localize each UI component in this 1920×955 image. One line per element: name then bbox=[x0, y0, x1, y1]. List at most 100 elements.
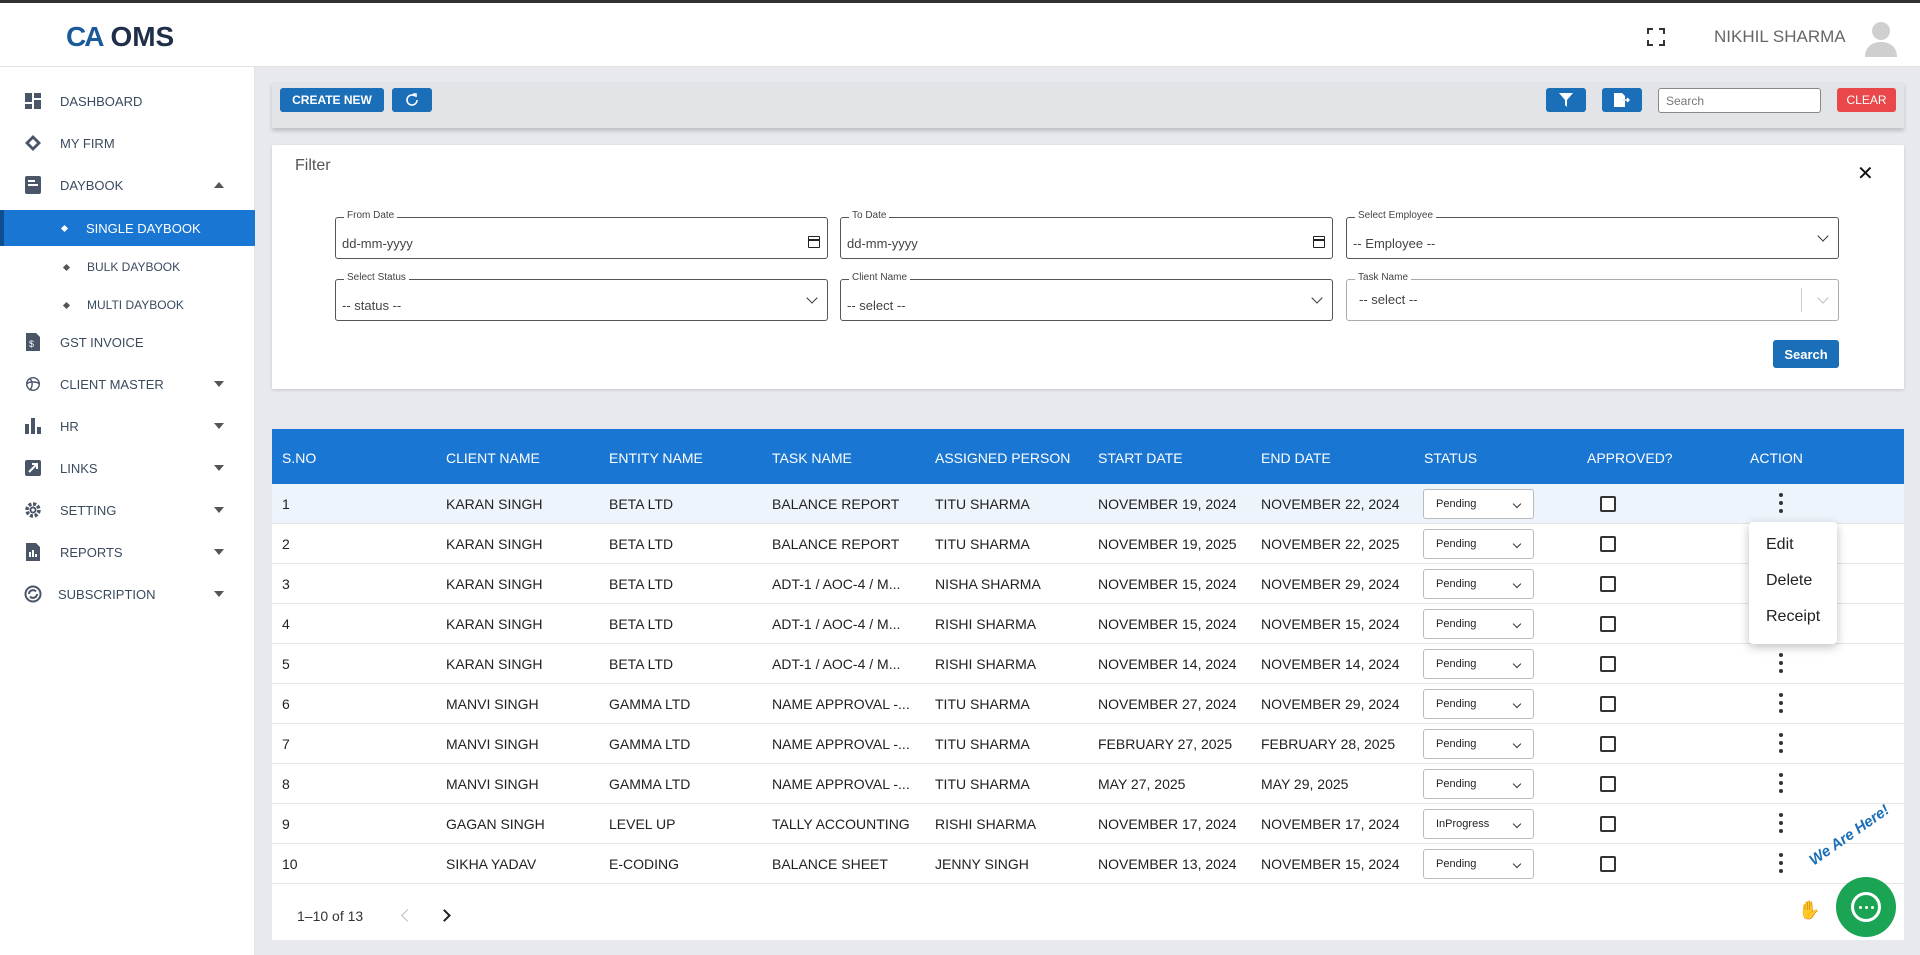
avatar-icon[interactable] bbox=[1864, 19, 1898, 57]
table-cell: BETA LTD bbox=[609, 496, 674, 512]
menu-item-receipt[interactable]: Receipt bbox=[1766, 608, 1820, 626]
sidebar-item-label: CLIENT MASTER bbox=[60, 376, 164, 392]
approved-checkbox[interactable] bbox=[1600, 496, 1616, 512]
sidebar-item-links[interactable]: LINKS bbox=[0, 449, 255, 487]
task-name-select[interactable]: Task Name -- select -- bbox=[1346, 272, 1839, 321]
sidebar-subitem-single-daybook[interactable]: SINGLE DAYBOOK bbox=[0, 210, 255, 246]
table-cell: 9 bbox=[282, 816, 290, 832]
status-select[interactable]: Pending bbox=[1423, 689, 1534, 719]
more-actions-icon[interactable] bbox=[1779, 853, 1783, 873]
sidebar-item-my-firm[interactable]: MY FIRM bbox=[0, 124, 255, 162]
column-header: ASSIGNED PERSON bbox=[935, 450, 1071, 466]
sidebar-item-daybook[interactable]: DAYBOOK bbox=[0, 166, 255, 204]
table-cell: NOVEMBER 17, 2024 bbox=[1098, 816, 1237, 832]
approved-checkbox[interactable] bbox=[1600, 696, 1616, 712]
dashboard-icon bbox=[24, 92, 42, 110]
table-cell: NOVEMBER 22, 2025 bbox=[1261, 536, 1400, 552]
filter-title: Filter bbox=[295, 157, 331, 174]
from-date-field[interactable]: From Date dd-mm-yyyy bbox=[335, 210, 828, 259]
more-actions-icon[interactable] bbox=[1779, 733, 1783, 753]
approved-checkbox[interactable] bbox=[1600, 656, 1616, 672]
client-name-select[interactable]: Client Name -- select -- bbox=[840, 272, 1333, 321]
sidebar-item-gst-invoice[interactable]: $ GST INVOICE bbox=[0, 323, 255, 361]
approved-checkbox[interactable] bbox=[1600, 616, 1616, 632]
table-cell: FEBRUARY 28, 2025 bbox=[1261, 736, 1396, 752]
sidebar-subitem-label: SINGLE DAYBOOK bbox=[86, 220, 201, 236]
status-value: Pending bbox=[1436, 538, 1477, 550]
approved-checkbox[interactable] bbox=[1600, 736, 1616, 752]
create-new-button[interactable]: CREATE NEW bbox=[280, 88, 384, 112]
next-page-icon[interactable] bbox=[438, 909, 451, 922]
table-cell: 7 bbox=[282, 736, 290, 752]
table-cell: TALLY ACCOUNTING bbox=[772, 816, 910, 832]
calendar-icon[interactable] bbox=[808, 236, 820, 248]
status-select[interactable]: Select Status -- status -- bbox=[335, 272, 828, 321]
invoice-icon: $ bbox=[24, 333, 42, 351]
search-input[interactable] bbox=[1658, 88, 1821, 113]
table-cell: NAME APPROVAL -... bbox=[772, 776, 910, 792]
sidebar-item-client-master[interactable]: CLIENT MASTER bbox=[0, 365, 255, 403]
waving-hand-icon: ✋ bbox=[1798, 900, 1821, 920]
approved-checkbox[interactable] bbox=[1600, 576, 1616, 592]
filter-button[interactable] bbox=[1546, 88, 1586, 112]
sidebar-item-label: SUBSCRIPTION bbox=[58, 586, 156, 602]
status-select[interactable]: InProgress bbox=[1423, 809, 1534, 839]
more-actions-icon[interactable] bbox=[1779, 653, 1783, 673]
fullscreen-icon[interactable] bbox=[1647, 28, 1665, 46]
more-actions-icon[interactable] bbox=[1779, 813, 1783, 833]
prev-page-icon[interactable] bbox=[401, 909, 414, 922]
close-icon[interactable]: ✕ bbox=[1857, 161, 1874, 186]
menu-item-delete[interactable]: Delete bbox=[1766, 572, 1812, 590]
chevron-down-icon bbox=[1512, 699, 1522, 709]
approved-checkbox[interactable] bbox=[1600, 856, 1616, 872]
client-icon bbox=[24, 375, 42, 393]
user-name[interactable]: NIKHIL SHARMA bbox=[1714, 27, 1846, 47]
refresh-button[interactable] bbox=[392, 88, 432, 112]
status-select[interactable]: Pending bbox=[1423, 529, 1534, 559]
status-select[interactable]: Pending bbox=[1423, 569, 1534, 599]
status-select[interactable]: Pending bbox=[1423, 769, 1534, 799]
sidebar-item-reports[interactable]: REPORTS bbox=[0, 533, 255, 571]
column-header: ACTION bbox=[1750, 450, 1803, 466]
chevron-down-icon bbox=[1311, 292, 1323, 304]
app-logo[interactable]: CA OMS bbox=[66, 21, 174, 53]
column-header: START DATE bbox=[1098, 450, 1183, 466]
status-select[interactable]: Pending bbox=[1423, 649, 1534, 679]
status-select[interactable]: Pending bbox=[1423, 849, 1534, 879]
sidebar-subitem-bulk-daybook[interactable]: BULK DAYBOOK bbox=[0, 249, 255, 285]
table-cell: FEBRUARY 27, 2025 bbox=[1098, 736, 1233, 752]
status-select[interactable]: Pending bbox=[1423, 729, 1534, 759]
sidebar-item-label: REPORTS bbox=[60, 544, 123, 560]
status-value: Pending bbox=[1436, 778, 1477, 790]
sidebar-item-label: DAYBOOK bbox=[60, 177, 124, 193]
export-button[interactable] bbox=[1602, 88, 1642, 112]
approved-checkbox[interactable] bbox=[1600, 816, 1616, 832]
sidebar-subitem-multi-daybook[interactable]: MULTI DAYBOOK bbox=[0, 287, 255, 323]
more-actions-icon[interactable] bbox=[1779, 773, 1783, 793]
more-actions-icon[interactable] bbox=[1779, 693, 1783, 713]
table-cell: NOVEMBER 19, 2024 bbox=[1098, 496, 1237, 512]
sidebar-item-dashboard[interactable]: DASHBOARD bbox=[0, 82, 255, 120]
chevron-down-icon bbox=[1512, 819, 1522, 829]
menu-item-edit[interactable]: Edit bbox=[1766, 536, 1794, 554]
logo-mark: CA bbox=[66, 21, 104, 52]
filter-search-button[interactable]: Search bbox=[1773, 340, 1839, 368]
sidebar-item-subscription[interactable]: SUBSCRIPTION bbox=[0, 575, 255, 613]
row-action-menu: Edit Delete Receipt bbox=[1749, 522, 1837, 644]
table-row: 6 MANVI SINGH GAMMA LTD NAME APPROVAL -... T… bbox=[272, 684, 1904, 724]
approved-checkbox[interactable] bbox=[1600, 776, 1616, 792]
clear-button[interactable]: CLEAR bbox=[1837, 88, 1896, 112]
approved-checkbox[interactable] bbox=[1600, 536, 1616, 552]
sidebar-item-hr[interactable]: HR bbox=[0, 407, 255, 445]
more-actions-icon[interactable] bbox=[1779, 493, 1783, 513]
expand-caret-icon bbox=[214, 591, 224, 597]
table-cell: RISHI SHARMA bbox=[935, 656, 1037, 672]
chat-button[interactable] bbox=[1836, 877, 1896, 937]
status-select[interactable]: Pending bbox=[1423, 609, 1534, 639]
calendar-icon[interactable] bbox=[1313, 236, 1325, 248]
employee-select[interactable]: Select Employee -- Employee -- bbox=[1346, 210, 1839, 259]
table-cell: NOVEMBER 29, 2024 bbox=[1261, 576, 1400, 592]
sidebar-item-setting[interactable]: SETTING bbox=[0, 491, 255, 529]
status-select[interactable]: Pending bbox=[1423, 489, 1534, 519]
to-date-field[interactable]: To Date dd-mm-yyyy bbox=[840, 210, 1333, 259]
